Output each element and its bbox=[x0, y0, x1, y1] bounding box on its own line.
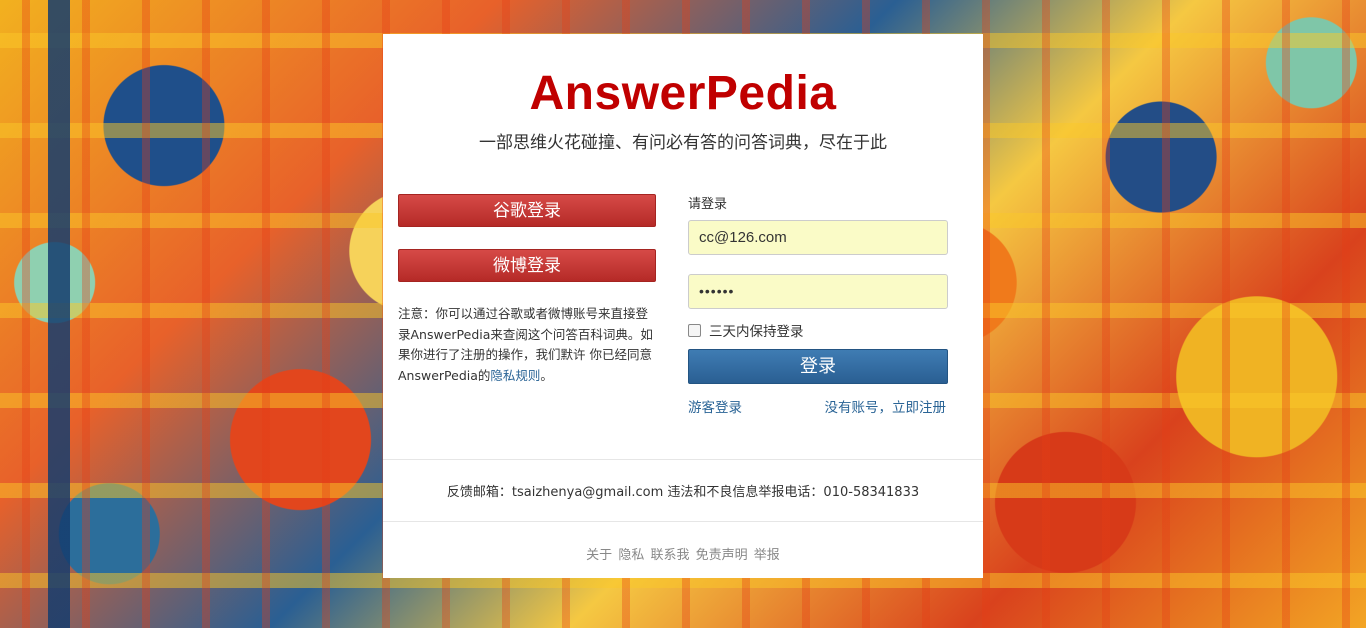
footer-link-contact[interactable]: 联系我 bbox=[650, 548, 689, 563]
weibo-login-button[interactable]: 微博登录 bbox=[398, 249, 656, 282]
login-button[interactable]: 登录 bbox=[688, 349, 948, 384]
email-field[interactable]: cc@126.com bbox=[688, 220, 948, 255]
register-link[interactable]: 没有账号，立即注册 bbox=[825, 396, 947, 416]
remember-label: 三天内保持登录 bbox=[709, 324, 804, 340]
divider bbox=[383, 459, 983, 460]
footer-link-privacy[interactable]: 隐私 bbox=[618, 548, 644, 563]
guest-login-link[interactable]: 游客登录 bbox=[688, 396, 742, 416]
footer-link-about[interactable]: 关于 bbox=[586, 548, 612, 563]
footer-links: 关于 隐私 联系我 免责声明 举报 bbox=[383, 544, 983, 563]
footer-link-report[interactable]: 举报 bbox=[754, 548, 780, 563]
footer-link-disclaimer[interactable]: 免责声明 bbox=[696, 548, 748, 563]
password-field[interactable]: •••••• bbox=[688, 274, 948, 309]
site-logo: AnswerPedia bbox=[529, 67, 837, 120]
google-login-button[interactable]: 谷歌登录 bbox=[398, 194, 656, 227]
divider bbox=[383, 521, 983, 522]
notice-end: 。 bbox=[540, 367, 553, 383]
login-card: AnswerPedia 一部思维火花碰撞、有问必有答的问答词典，尽在于此 谷歌登… bbox=[383, 34, 983, 578]
remember-me[interactable]: 三天内保持登录 bbox=[688, 320, 804, 340]
remember-checkbox[interactable] bbox=[688, 323, 701, 337]
site-tagline: 一部思维火花碰撞、有问必有答的问答词典，尽在于此 bbox=[479, 133, 887, 153]
feedback-info: 反馈邮箱：tsaizhenya@gmail.com 违法和不良信息举报电话：01… bbox=[446, 485, 920, 500]
privacy-policy-link[interactable]: 隐私规则 bbox=[490, 368, 540, 383]
login-notice: 注意：你可以通过谷歌或者微博账号来直接登录AnswerPedia来查阅这个问答百… bbox=[398, 304, 656, 386]
login-heading: 请登录 bbox=[688, 197, 728, 212]
